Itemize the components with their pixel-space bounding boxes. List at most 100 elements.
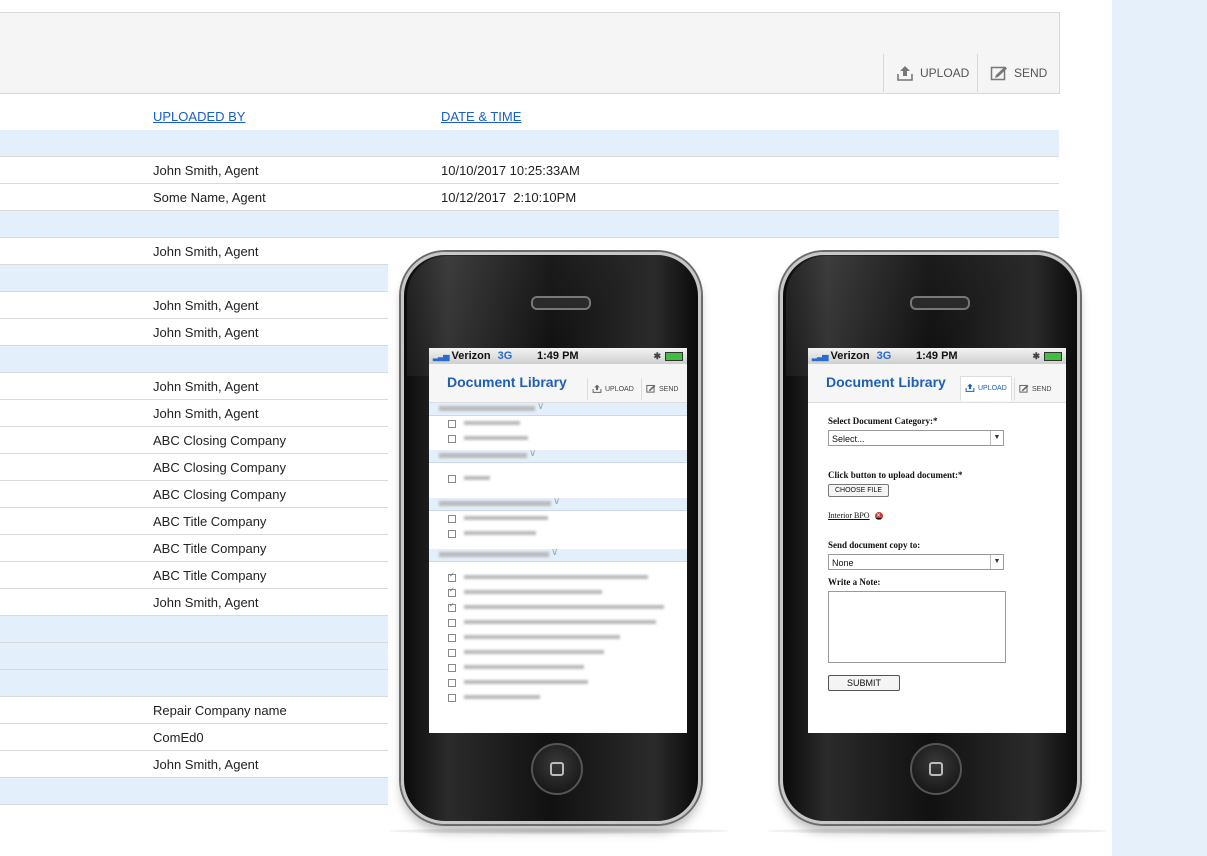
- uploaded-by-cell: ABC Closing Company: [153, 433, 286, 448]
- app-header: Document Library UPLOAD SEND: [808, 364, 1066, 403]
- home-button[interactable]: [910, 743, 962, 795]
- list-item[interactable]: [429, 431, 687, 446]
- checkbox[interactable]: [448, 619, 456, 627]
- send-button[interactable]: SEND: [641, 378, 683, 400]
- checkbox[interactable]: [448, 530, 456, 538]
- phone-mockup-library: ▂▃▅ Verizon 3G 1:49 PM ✱ Document Librar…: [389, 248, 729, 834]
- checkbox[interactable]: [448, 586, 456, 597]
- phone-mockup-upload: ▂▃▅ Verizon 3G 1:49 PM ✱ Document Librar…: [768, 248, 1108, 834]
- category-select[interactable]: Select... ▼: [828, 430, 1004, 446]
- send-icon: [990, 65, 1008, 81]
- uploaded-by-cell: John Smith, Agent: [153, 298, 259, 313]
- phone-speaker: [531, 296, 591, 310]
- dropdown-arrow-icon: ▼: [990, 431, 1003, 445]
- upload-icon: [592, 384, 602, 395]
- list-item[interactable]: [429, 511, 687, 526]
- uploaded-by-cell: ABC Closing Company: [153, 487, 286, 502]
- right-side-panel: [1112, 0, 1207, 856]
- list-item[interactable]: [429, 471, 687, 486]
- date-time-cell: 10/12/2017 2:10:10PM: [441, 190, 577, 205]
- upload-tab-label: UPLOAD: [978, 385, 1007, 392]
- uploaded-by-cell: ABC Title Company: [153, 568, 267, 583]
- checkbox[interactable]: [448, 475, 456, 483]
- date-time-column-header[interactable]: DATE & TIME: [441, 109, 521, 124]
- uploaded-by-cell: John Smith, Agent: [153, 379, 259, 394]
- checkbox[interactable]: [448, 515, 456, 523]
- table-row: John Smith, Agent 10/10/2017 10:25:33AM: [0, 157, 1059, 184]
- submit-button[interactable]: SUBMIT: [828, 675, 901, 691]
- checkbox[interactable]: [448, 694, 456, 702]
- send-icon: [646, 384, 656, 395]
- phone-speaker: [910, 296, 970, 310]
- uploaded-by-cell: ABC Closing Company: [153, 460, 286, 475]
- uploaded-by-column-header[interactable]: UPLOADED BY: [153, 109, 245, 124]
- home-icon: [550, 762, 564, 776]
- list-item[interactable]: [429, 570, 687, 585]
- table-row: Some Name, Agent 10/12/2017 2:10:10PM: [0, 184, 1059, 211]
- list-item[interactable]: [429, 630, 687, 645]
- uploaded-by-cell: ABC Title Company: [153, 541, 267, 556]
- home-button[interactable]: [531, 743, 583, 795]
- list-item[interactable]: [429, 615, 687, 630]
- checkbox[interactable]: [448, 420, 456, 428]
- category-select-value: Select...: [832, 434, 865, 444]
- chevron-down-icon: ∨: [537, 401, 545, 412]
- send-button[interactable]: SEND: [977, 54, 1059, 92]
- uploaded-by-cell: Repair Company name: [153, 703, 287, 718]
- checkbox[interactable]: [448, 571, 456, 582]
- category-header[interactable]: ∨: [429, 496, 687, 511]
- table-group-row[interactable]: [0, 130, 1059, 157]
- category-header[interactable]: ∨: [429, 547, 687, 562]
- choose-file-button[interactable]: CHOOSE FILE: [828, 484, 890, 497]
- note-label: Write a Note:: [828, 577, 881, 587]
- send-copy-select-value: None: [832, 558, 854, 568]
- list-item[interactable]: [429, 645, 687, 660]
- checkbox[interactable]: [448, 679, 456, 687]
- upload-icon: [965, 383, 975, 394]
- note-textarea[interactable]: [828, 591, 1006, 663]
- send-icon: [1019, 384, 1029, 395]
- chevron-down-icon: ∨: [553, 496, 561, 507]
- list-item[interactable]: [429, 526, 687, 541]
- uploaded-by-cell: John Smith, Agent: [153, 325, 259, 340]
- battery-icon: [665, 351, 683, 361]
- attached-file-link[interactable]: Interior BPO: [828, 511, 870, 520]
- phone-screen-library: ▂▃▅ Verizon 3G 1:49 PM ✱ Document Librar…: [429, 348, 687, 733]
- signal-icon: ▂▃▅: [812, 351, 829, 361]
- uploaded-by-cell: John Smith, Agent: [153, 163, 259, 178]
- checkbox[interactable]: [448, 634, 456, 642]
- date-time-cell: 10/10/2017 10:25:33AM: [441, 163, 580, 178]
- send-button-label: SEND: [1014, 66, 1048, 80]
- list-item[interactable]: [429, 675, 687, 690]
- upload-tab[interactable]: UPLOAD: [960, 376, 1012, 401]
- uploaded-by-cell: John Smith, Agent: [153, 244, 259, 259]
- list-item[interactable]: [429, 690, 687, 705]
- category-header[interactable]: ∨: [429, 448, 687, 463]
- checkbox[interactable]: [448, 601, 456, 612]
- upload-form: Select Document Category:* Select... ▼ C…: [808, 403, 1066, 697]
- table-group-row[interactable]: [0, 211, 1059, 238]
- upload-button[interactable]: UPLOAD: [883, 54, 977, 92]
- category-header[interactable]: ∨: [429, 401, 687, 416]
- status-bar: ▂▃▅ Verizon 3G 1:49 PM ✱: [429, 348, 687, 364]
- list-item[interactable]: [429, 660, 687, 675]
- toolbar: UPLOAD SEND: [0, 12, 1060, 94]
- upload-icon: [896, 65, 914, 81]
- upload-button[interactable]: UPLOAD: [587, 378, 638, 400]
- list-item[interactable]: [429, 600, 687, 615]
- list-item[interactable]: [429, 585, 687, 600]
- upload-button-label: UPLOAD: [920, 66, 970, 80]
- status-time: 1:49 PM: [537, 350, 579, 362]
- remove-file-icon[interactable]: ✕: [874, 511, 883, 520]
- uploaded-by-cell: ABC Title Company: [153, 514, 267, 529]
- send-copy-select[interactable]: None ▼: [828, 554, 1004, 570]
- bluetooth-icon: ✱: [1032, 350, 1040, 361]
- checkbox[interactable]: [448, 649, 456, 657]
- checkbox[interactable]: [448, 664, 456, 672]
- send-tab[interactable]: SEND: [1014, 378, 1056, 400]
- checkbox[interactable]: [448, 435, 456, 443]
- send-tab-label: SEND: [1032, 385, 1052, 393]
- battery-icon: [1044, 351, 1062, 361]
- list-item[interactable]: [429, 416, 687, 431]
- app-title: Document Library: [447, 374, 567, 390]
